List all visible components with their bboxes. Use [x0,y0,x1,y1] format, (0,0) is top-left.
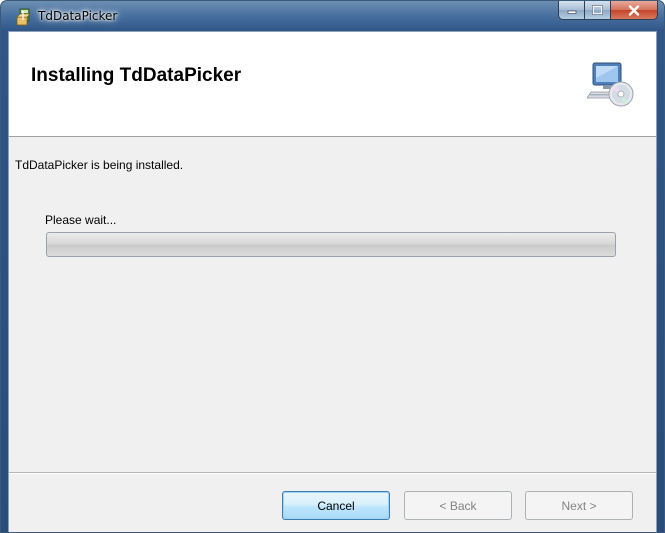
cancel-button[interactable]: Cancel [282,491,390,520]
dialog-client-area: Installing TdDataPicker TdDataPicker is … [8,31,657,532]
close-button[interactable] [611,1,658,20]
header-banner: Installing TdDataPicker [9,32,656,137]
back-button[interactable]: < Back [404,491,512,520]
close-icon [628,4,640,16]
caption-buttons [558,1,658,21]
installer-window: TdDataPicker Installing TdDataPicker TdD… [0,0,665,533]
footer-divider [9,472,656,474]
title-bar[interactable]: TdDataPicker [1,1,664,31]
page-title: Installing TdDataPicker [31,65,242,86]
minimize-icon [567,10,576,14]
maximize-button[interactable] [585,1,611,20]
installer-icon [16,8,31,26]
maximize-icon [592,5,603,15]
progress-label: Please wait... [45,213,117,227]
computer-cd-icon [587,62,634,107]
install-status-text: TdDataPicker is being installed. [15,158,184,172]
window-title: TdDataPicker [38,9,118,23]
minimize-button[interactable] [558,1,585,20]
next-button[interactable]: Next > [525,491,633,520]
install-progress-bar [46,232,616,257]
